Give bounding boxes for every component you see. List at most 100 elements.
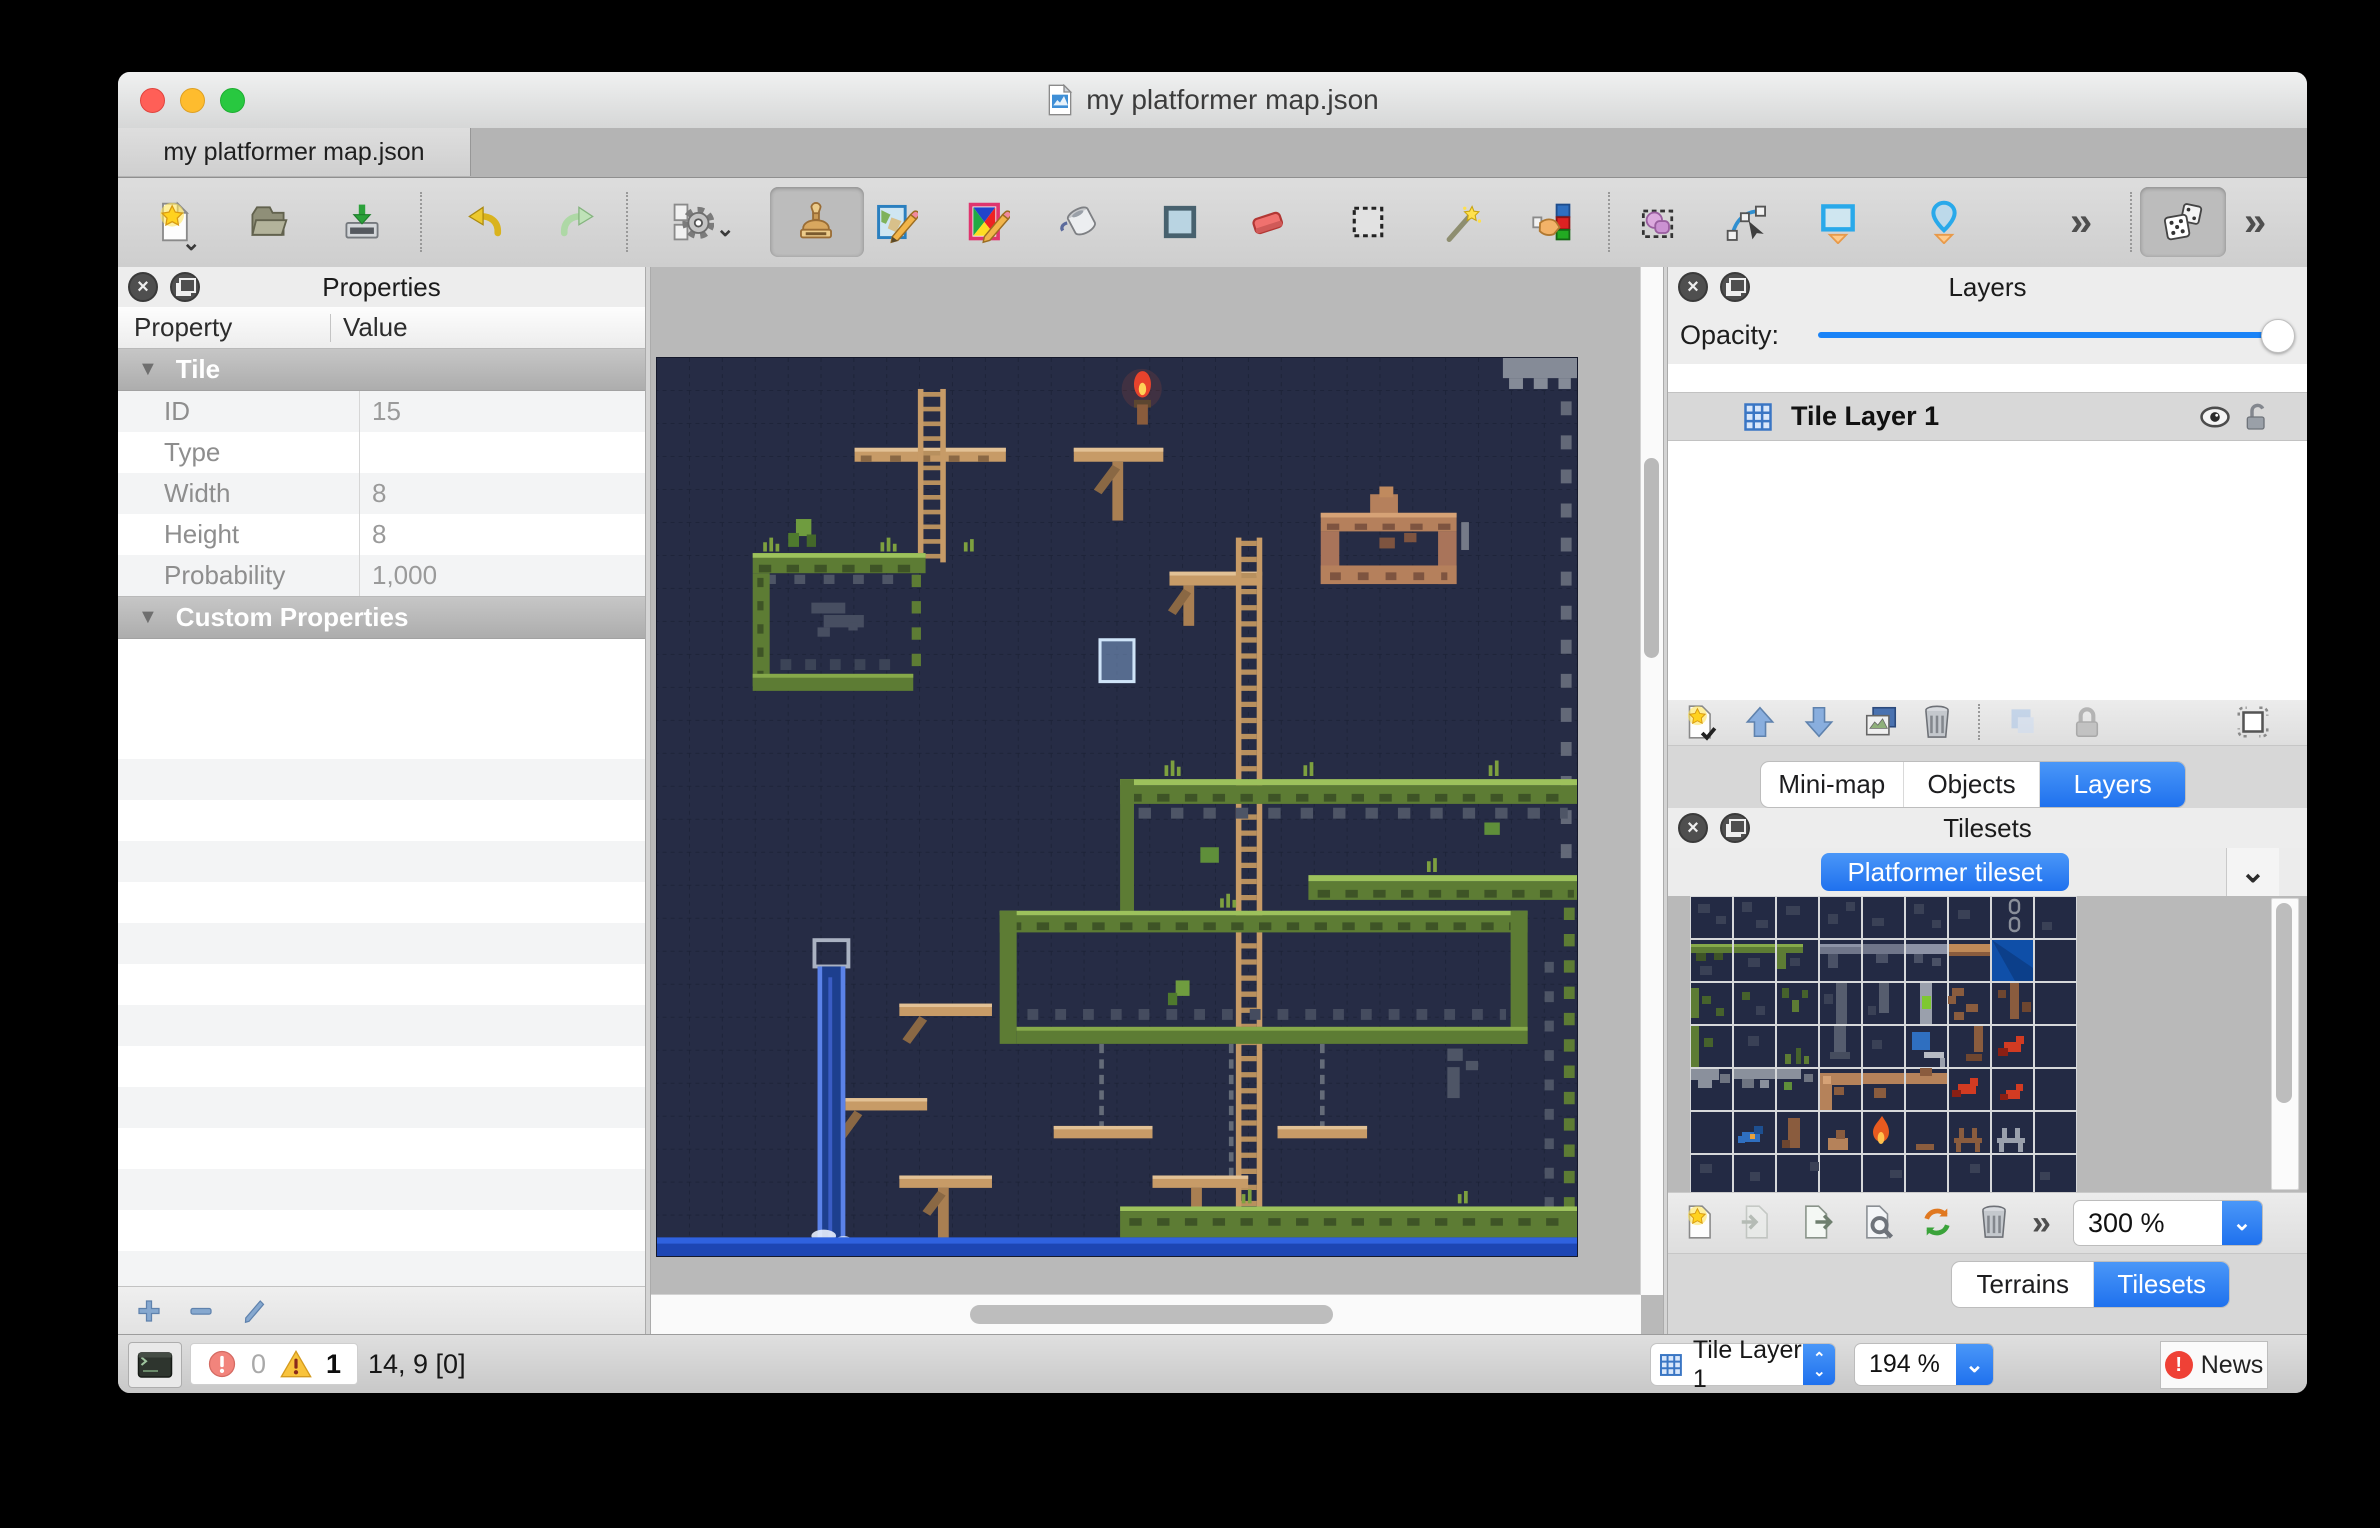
tileset-tab-switcher: Terrains Tilesets — [1951, 1261, 2230, 1308]
map-horizontal-scrollbar[interactable] — [651, 1294, 1641, 1335]
lock-layer-button-disabled[interactable] — [2068, 703, 2106, 741]
tileset-overflow-button[interactable]: » — [2032, 1201, 2051, 1245]
opacity-slider-thumb[interactable] — [2261, 319, 2295, 353]
new-tileset-button[interactable] — [1680, 1203, 1718, 1241]
tileset-zoom-chevron-icon[interactable]: ⌄ — [2222, 1201, 2262, 1245]
raise-layer-button[interactable] — [1741, 703, 1779, 741]
random-mode-dice-button[interactable] — [2160, 200, 2204, 244]
tileset-buttons-row: » 300 % ⌄ — [1668, 1192, 2307, 1254]
opacity-slider[interactable] — [1818, 332, 2281, 338]
save-map-button[interactable] — [340, 200, 384, 244]
tab-terrains[interactable]: Terrains — [1952, 1262, 2093, 1307]
collapse-triangle-icon[interactable]: ▼ — [138, 606, 158, 629]
new-map-chevron-icon[interactable]: ⌄ — [182, 230, 200, 256]
console-toggle-button[interactable] — [128, 1342, 182, 1388]
stamp-tool-button[interactable] — [794, 200, 838, 244]
edit-polygons-button[interactable] — [1724, 200, 1768, 244]
lower-layer-button[interactable] — [1800, 703, 1838, 741]
layer-unlocked-icon[interactable] — [2240, 401, 2272, 433]
map-vertical-scrollbar[interactable] — [1640, 267, 1663, 1295]
bucket-fill-button[interactable] — [1058, 200, 1102, 244]
highlight-current-layer-button[interactable] — [2234, 703, 2272, 741]
toolbar-overflow-button-2[interactable]: » — [2244, 200, 2266, 244]
map-zoom-chevron-icon[interactable]: ⌄ — [1956, 1344, 1993, 1385]
current-layer-popup[interactable]: Tile Layer 1 ⌃⌄ — [1650, 1343, 1836, 1386]
insert-rectangle-button[interactable] — [1816, 200, 1860, 244]
tile-layer-icon — [1659, 1351, 1683, 1379]
map-zoom-value: 194 % — [1855, 1344, 1956, 1385]
properties-panel: × Properties Property Value ▼Tile ID15 T… — [118, 267, 646, 1335]
tile-section-header[interactable]: ▼Tile — [118, 348, 645, 391]
rectangular-select-button[interactable] — [1346, 200, 1390, 244]
tileset-grid-area[interactable] — [1668, 896, 2307, 1192]
property-row-id[interactable]: ID15 — [118, 391, 645, 432]
tile-cursor — [1100, 640, 1134, 682]
automap-button[interactable]: ⌄ — [670, 200, 714, 244]
property-row-width[interactable]: Width8 — [118, 473, 645, 514]
edit-property-icon[interactable] — [238, 1296, 268, 1326]
map-zoom-combo[interactable]: 194 % ⌄ — [1854, 1343, 1994, 1386]
embed-tileset-button-disabled[interactable] — [1737, 1203, 1775, 1241]
warning-count: 1 — [326, 1349, 341, 1380]
map-canvas[interactable] — [657, 358, 1577, 1256]
edit-tileset-button[interactable] — [1859, 1203, 1897, 1241]
layer-visibility-eye-icon[interactable] — [2198, 400, 2232, 434]
new-map-button[interactable]: ⌄ — [152, 200, 196, 244]
close-panel-icon[interactable]: × — [1678, 813, 1708, 843]
remove-tileset-button[interactable] — [1975, 1203, 2013, 1241]
stamp-variations-button[interactable] — [966, 200, 1010, 244]
insert-point-button[interactable] — [1922, 200, 1966, 244]
redo-button[interactable] — [556, 200, 600, 244]
float-panel-icon[interactable] — [170, 272, 200, 302]
toolbar-overflow-button[interactable]: » — [2070, 200, 2092, 244]
tab-objects[interactable]: Objects — [1903, 762, 2040, 807]
delete-layer-button[interactable] — [1918, 703, 1956, 741]
eraser-button[interactable] — [1246, 200, 1290, 244]
layer-row-tile-layer-1[interactable]: Tile Layer 1 — [1668, 392, 2307, 441]
tileset-grid[interactable] — [1690, 896, 2077, 1192]
tileset-list-chevron-button[interactable]: ⌄ — [2226, 848, 2279, 896]
float-panel-icon[interactable] — [1720, 272, 1750, 302]
map-hscroll-thumb[interactable] — [970, 1305, 1333, 1324]
duplicate-layer-button[interactable] — [1862, 703, 1900, 741]
tab-tilesets[interactable]: Tilesets — [2093, 1262, 2229, 1307]
message-counts[interactable]: 0 1 — [190, 1343, 358, 1385]
tileset-vscroll-thumb[interactable] — [2276, 903, 2292, 1103]
automap-chevron-icon[interactable]: ⌄ — [716, 216, 734, 242]
shape-fill-button[interactable] — [1158, 200, 1202, 244]
tab-layers[interactable]: Layers — [2039, 762, 2185, 807]
tilesets-panel-title: Tilesets — [1668, 808, 2307, 848]
undo-button[interactable] — [462, 200, 506, 244]
open-map-button[interactable] — [246, 200, 290, 244]
layer-list[interactable]: Tile Layer 1 — [1668, 364, 2307, 700]
layer-stepper-icon[interactable]: ⌃⌄ — [1803, 1344, 1835, 1385]
export-tileset-button[interactable] — [1798, 1203, 1836, 1241]
tileset-tab-platformer[interactable]: Platformer tileset — [1821, 853, 2069, 891]
close-panel-icon[interactable]: × — [128, 272, 158, 302]
float-panel-icon[interactable] — [1720, 813, 1750, 843]
property-row-probability[interactable]: Probability1,000 — [118, 555, 645, 596]
remove-property-icon[interactable] — [186, 1296, 216, 1326]
tileset-zoom-combo[interactable]: 300 % ⌄ — [2073, 1200, 2263, 1246]
reload-tileset-button[interactable] — [1918, 1203, 1956, 1241]
document-tab[interactable]: my platformer map.json — [118, 128, 471, 176]
magic-wand-button[interactable] — [1440, 200, 1484, 244]
tab-mini-map[interactable]: Mini-map — [1761, 762, 1903, 807]
terrain-brush-button[interactable] — [874, 200, 918, 244]
tileset-vertical-scrollbar[interactable] — [2271, 898, 2299, 1190]
map-vscroll-thumb[interactable] — [1644, 458, 1659, 658]
close-panel-icon[interactable]: × — [1678, 272, 1708, 302]
map-view[interactable] — [651, 267, 1663, 1335]
custom-properties-section-header[interactable]: ▼Custom Properties — [118, 596, 645, 639]
tab-bar: my platformer map.json — [118, 128, 2307, 178]
select-objects-button[interactable] — [1636, 200, 1680, 244]
add-property-icon[interactable] — [134, 1296, 164, 1326]
properties-table-header: Property Value — [118, 307, 645, 349]
same-tile-select-button[interactable] — [1530, 200, 1574, 244]
new-layer-button[interactable] — [1680, 703, 1718, 741]
collapse-triangle-icon[interactable]: ▼ — [138, 358, 158, 381]
property-row-height[interactable]: Height8 — [118, 514, 645, 555]
news-button[interactable]: ! News — [2160, 1341, 2268, 1389]
property-row-type[interactable]: Type — [118, 432, 645, 473]
highlight-layer-button-disabled[interactable] — [2002, 703, 2040, 741]
